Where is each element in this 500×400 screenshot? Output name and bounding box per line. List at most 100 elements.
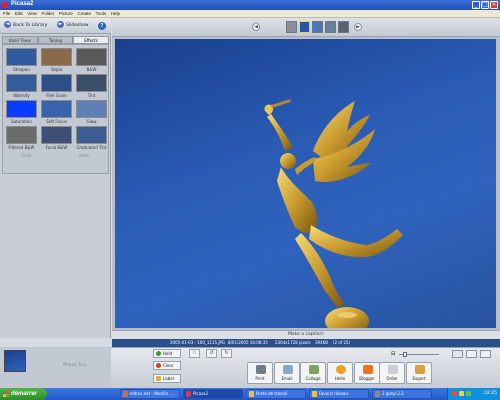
effect-label: Warmify [13, 93, 30, 98]
menu-edit[interactable]: Edit [15, 10, 23, 18]
clear-button[interactable]: Clear [153, 361, 181, 370]
effect-sepia[interactable]: Sepia [41, 48, 72, 72]
effect-label: Soft Focus [46, 119, 67, 124]
menu-create[interactable]: Create [77, 10, 91, 18]
taskbar-item-mozilla[interactable]: eldrus.net - Mozilla ... [120, 389, 180, 399]
hello-icon [336, 365, 346, 374]
effect-thumbnail [41, 126, 72, 144]
email-icon [283, 365, 293, 374]
play-icon: ► [57, 21, 64, 28]
effect-focal-b-w[interactable]: Focal B&W [41, 126, 72, 150]
effect-label: Filtered B&W [8, 145, 35, 150]
fit-view-button[interactable] [452, 350, 463, 358]
hello-button[interactable]: Hello [327, 362, 353, 384]
effect-glow[interactable]: Glow [76, 100, 107, 124]
tab-effects[interactable]: Effects [73, 36, 109, 44]
taskbar-item-picasa[interactable]: Picasa2 [183, 389, 243, 399]
folder-icon [249, 391, 254, 397]
actual-size-button[interactable] [466, 350, 477, 358]
windows-logo-icon [3, 391, 9, 397]
blogger-button[interactable]: Blogger [354, 362, 380, 384]
clear-icon [156, 363, 161, 368]
menu-help[interactable]: Help [111, 10, 120, 18]
rotate-right-button[interactable]: ↻ [221, 349, 232, 358]
filmstrip-bar: ◄ ► [112, 18, 500, 37]
print-button[interactable]: Print [247, 362, 273, 384]
effect-film-grain[interactable]: Film Grain [41, 74, 72, 98]
tab-tuning[interactable]: Tuning [38, 36, 73, 44]
maximize-button[interactable]: □ [481, 1, 489, 9]
effect-thumbnail [6, 100, 37, 118]
caption-bar[interactable]: Make a caption! [112, 330, 500, 339]
effect-filtered-b-w[interactable]: Filtered B&W [6, 126, 37, 150]
filmstrip-thumbnail[interactable] [338, 21, 349, 33]
redo-button[interactable]: Redo [79, 153, 89, 158]
photo-info-bar: 2005-01-03 - 100_1115.JPG 8/01/2005 16:0… [112, 339, 500, 347]
tray-icon[interactable] [459, 391, 464, 396]
taskbar-item-poste[interactable]: Poste de travail [246, 389, 306, 399]
close-button[interactable]: × [490, 1, 498, 9]
menu-tools[interactable]: Tools [96, 10, 107, 18]
collage-button[interactable]: Collage [300, 362, 326, 384]
folder-icon [312, 391, 317, 397]
taskbar-item-gimp[interactable]: 2 gimp-2.2 [372, 389, 432, 399]
effect-b-w[interactable]: B&W [76, 48, 107, 72]
collage-icon [309, 365, 319, 374]
menu-file[interactable]: File [3, 10, 10, 18]
rotate-left-button[interactable]: ↺ [206, 349, 217, 358]
effect-warmify[interactable]: Warmify [6, 74, 37, 98]
effect-soft-focus[interactable]: Soft Focus [41, 100, 72, 124]
next-photo-button[interactable]: ► [354, 23, 362, 31]
picture-tray-label: Picture Tray [63, 362, 87, 367]
filmstrip-thumbnail-selected[interactable] [299, 21, 310, 33]
star-button[interactable]: ☆ [189, 349, 200, 358]
filmstrip-thumbnail[interactable] [286, 21, 297, 33]
menu-picture[interactable]: Picture [59, 10, 73, 18]
photo-date-taken: 8/01/2005 16:08:35 [228, 340, 268, 345]
blogger-icon [363, 365, 373, 374]
tray-thumbnail[interactable] [4, 350, 26, 372]
menu-view[interactable]: View [27, 10, 37, 18]
label-button[interactable]: Label [153, 374, 181, 383]
order-icon [388, 365, 398, 374]
slideshow-button[interactable]: ► Slideshow [57, 21, 89, 31]
filmstrip-thumbnail[interactable] [325, 21, 336, 33]
start-button[interactable]: démarrer [0, 388, 47, 400]
help-icon[interactable]: ? [98, 22, 106, 30]
back-to-library-button[interactable]: ◄ Back To Library [4, 21, 47, 31]
effect-thumbnail [6, 74, 37, 92]
photo-angel-statue[interactable] [115, 39, 496, 328]
taskbar-item-favoris[interactable]: Favoris réseau [309, 389, 369, 399]
zoom-slider[interactable]: ⊟ [391, 351, 441, 357]
export-button[interactable]: Export [406, 362, 432, 384]
undo-button[interactable]: Undo [21, 153, 31, 158]
photo-filesize: 394KB [315, 340, 329, 345]
filmstrip-thumbnail[interactable] [312, 21, 323, 33]
effect-graduated-tint[interactable]: Graduated Tint [76, 126, 107, 150]
zoom-knob[interactable] [403, 352, 407, 357]
effect-thumbnail [76, 74, 107, 92]
minimize-button[interactable]: _ [472, 1, 480, 9]
effect-label: Graduated Tint [76, 145, 107, 150]
photo-viewer [112, 37, 500, 330]
effect-thumbnail [6, 126, 37, 144]
tray-icon[interactable] [452, 391, 457, 396]
caption-placeholder[interactable]: Make a caption! [112, 331, 500, 339]
tab-basic-fixes[interactable]: Basic Fixes [2, 36, 38, 44]
effect-label: B&W [86, 67, 97, 72]
fullscreen-button[interactable] [480, 350, 491, 358]
prev-photo-button[interactable]: ◄ [252, 23, 260, 31]
app-icon [2, 2, 8, 8]
tray-icon[interactable] [466, 391, 471, 396]
menu-folder[interactable]: Folder [42, 10, 55, 18]
export-icon [415, 365, 425, 374]
edit-tabs: Basic Fixes Tuning Effects [2, 36, 109, 44]
effect-label: Sharpen [13, 67, 30, 72]
hold-button[interactable]: Hold [153, 349, 181, 358]
email-button[interactable]: Email [274, 362, 300, 384]
effect-saturation[interactable]: Saturation [6, 100, 37, 124]
order-button[interactable]: Order [379, 362, 405, 384]
effect-sharpen[interactable]: Sharpen [6, 48, 37, 72]
back-arrow-icon: ◄ [4, 21, 11, 28]
effect-tint[interactable]: Tint [76, 74, 107, 98]
